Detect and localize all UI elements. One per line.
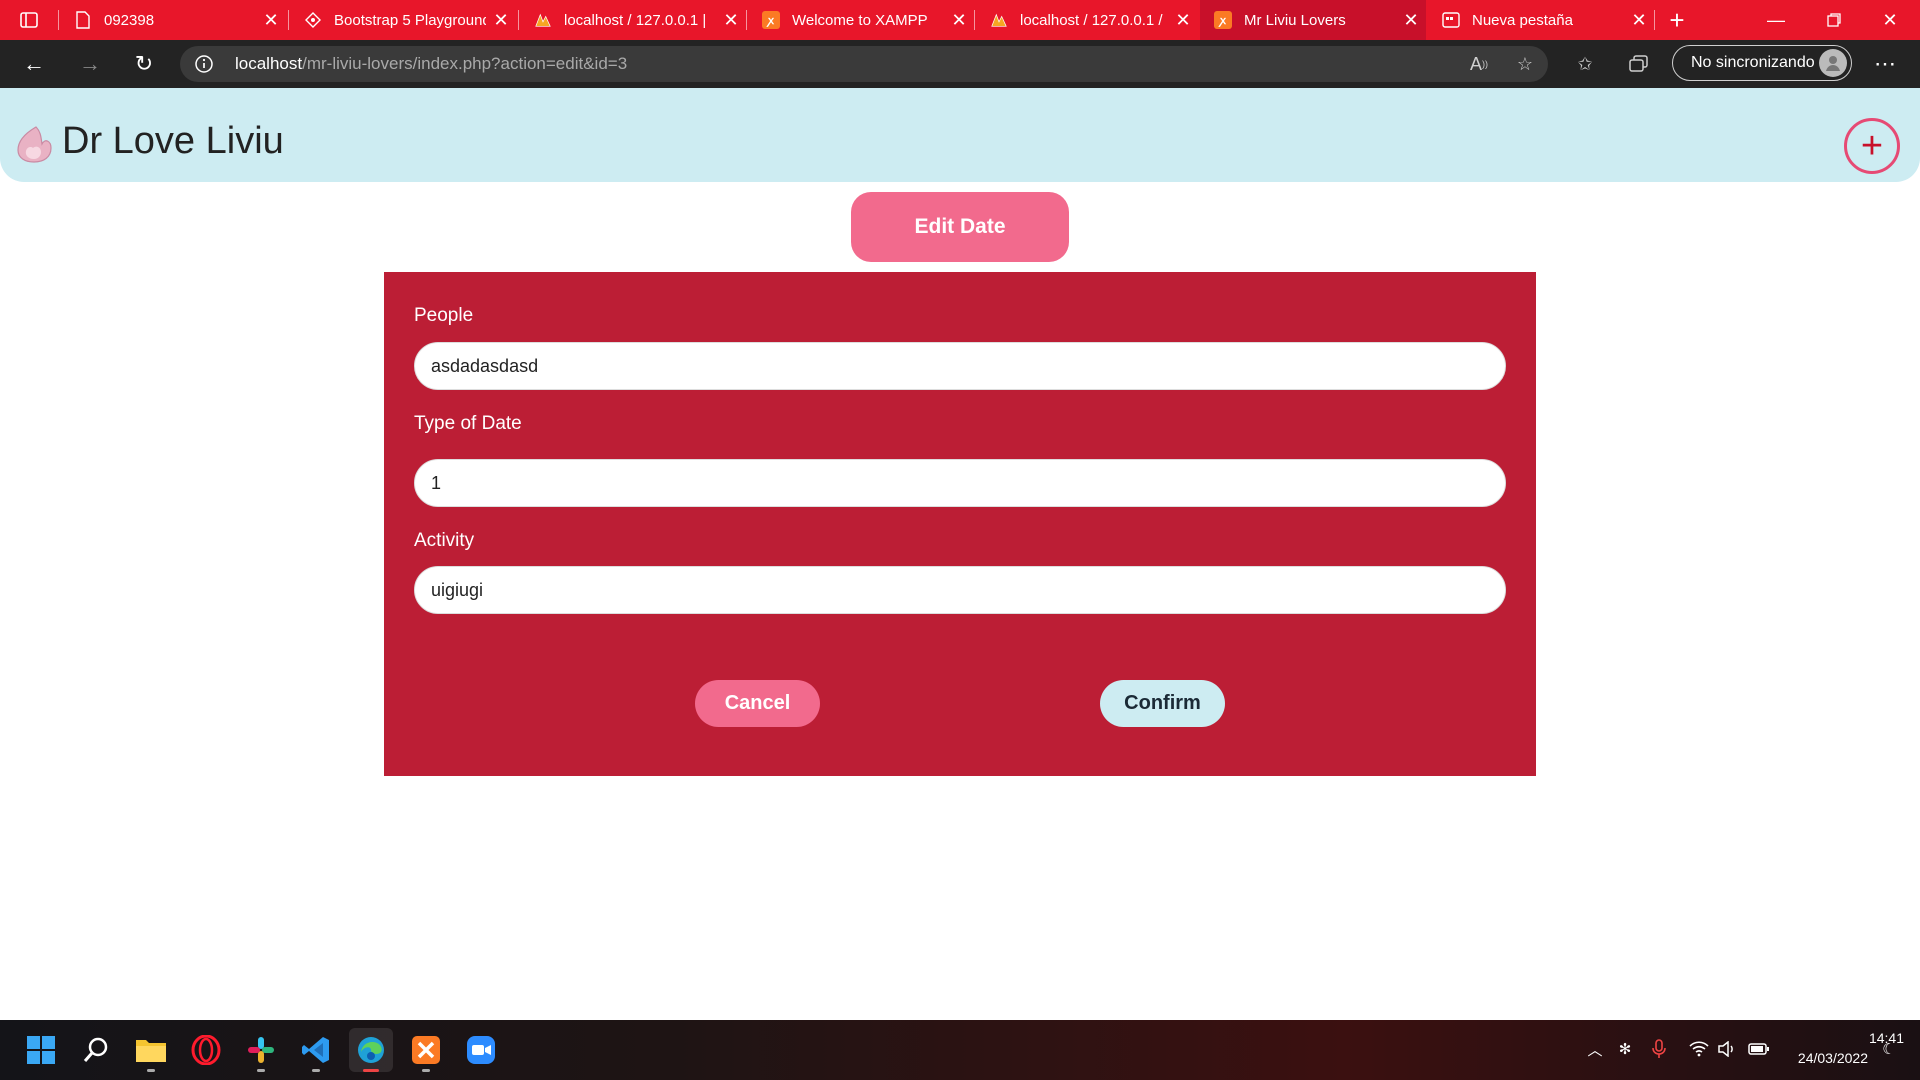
type-of-date-label: Type of Date xyxy=(414,413,522,434)
tab-actions-icon[interactable] xyxy=(14,8,44,32)
flame-logo-icon xyxy=(14,124,54,164)
cancel-button[interactable]: Cancel xyxy=(695,680,820,727)
xampp-icon: ꭗ xyxy=(1214,11,1232,29)
new-tab-button[interactable]: + xyxy=(1660,4,1694,36)
url-host: localhost xyxy=(235,54,303,73)
close-icon[interactable]: ✕ xyxy=(1396,10,1426,31)
tab-title: localhost / 127.0.0.1 | xyxy=(564,11,707,29)
vscode-icon[interactable] xyxy=(294,1028,338,1072)
profile-label: No sincronizando xyxy=(1691,54,1815,71)
favorites-icon[interactable]: ✩ xyxy=(1568,47,1602,81)
close-icon[interactable]: ✕ xyxy=(944,10,974,31)
phpmyadmin-icon xyxy=(990,11,1008,29)
close-icon[interactable]: ✕ xyxy=(256,10,286,31)
url-text: localhost/mr-liviu-lovers/index.php?acti… xyxy=(235,54,627,74)
site-info-icon[interactable] xyxy=(194,54,214,74)
chevron-up-icon[interactable]: ︿ xyxy=(1582,1036,1608,1062)
tab-bootstrap-playground[interactable]: Bootstrap 5 Playground ✕ xyxy=(290,0,516,40)
opera-icon[interactable] xyxy=(184,1028,228,1072)
avatar-icon xyxy=(1819,49,1847,77)
address-bar[interactable]: localhost/mr-liviu-lovers/index.php?acti… xyxy=(180,46,1548,82)
svg-text:ꭗ: ꭗ xyxy=(1218,15,1227,27)
url-path: /mr-liviu-lovers/index.php?action=edit&i… xyxy=(302,54,628,73)
profile-button[interactable]: No sincronizando xyxy=(1672,45,1852,81)
tab-title: localhost / 127.0.0.1 / xyxy=(1020,11,1163,29)
restore-icon[interactable] xyxy=(1806,0,1862,40)
tab-title: Mr Liviu Lovers xyxy=(1244,11,1346,29)
new-tab-icon xyxy=(1442,11,1460,29)
more-options-icon[interactable]: ⋯ xyxy=(1868,47,1902,81)
add-date-button[interactable]: + xyxy=(1844,118,1900,174)
window-close-icon[interactable]: ✕ xyxy=(1862,0,1918,40)
clock-date[interactable]: 24/03/2022 xyxy=(1780,1050,1868,1066)
type-of-date-input[interactable] xyxy=(414,459,1506,507)
tab-mr-liviu-lovers[interactable]: ꭗ Mr Liviu Lovers ✕ xyxy=(1200,0,1426,40)
windows-start-icon[interactable] xyxy=(19,1028,63,1072)
tab-title: Bootstrap 5 Playground xyxy=(334,11,486,29)
wifi-icon[interactable] xyxy=(1686,1036,1712,1062)
close-icon[interactable]: ✕ xyxy=(716,10,746,31)
zoom-icon[interactable] xyxy=(459,1028,503,1072)
browser-tab-bar: 092398 ✕ Bootstrap 5 Playground ✕ localh… xyxy=(0,0,1920,40)
people-input[interactable] xyxy=(414,342,1506,390)
tab-phpmyadmin-1[interactable]: localhost / 127.0.0.1 | ✕ xyxy=(520,0,746,40)
tab-092398[interactable]: 092398 ✕ xyxy=(60,0,286,40)
forward-icon[interactable]: → xyxy=(72,46,108,82)
tab-title: 092398 xyxy=(104,11,155,29)
edge-icon[interactable] xyxy=(349,1028,393,1072)
brand-title[interactable]: Dr Love Liviu xyxy=(62,120,284,163)
activity-input[interactable] xyxy=(414,566,1506,614)
read-aloud-icon[interactable]: A)) xyxy=(1462,47,1496,81)
back-icon[interactable]: ← xyxy=(16,46,52,82)
plus-icon: + xyxy=(1860,125,1884,167)
svg-text:ꭗ: ꭗ xyxy=(766,15,775,27)
close-icon[interactable]: ✕ xyxy=(486,10,516,31)
tray-app-icon[interactable]: ✻ xyxy=(1612,1036,1638,1062)
phpmyadmin-icon xyxy=(534,11,552,29)
minimize-icon[interactable]: — xyxy=(1748,0,1804,40)
reload-icon[interactable]: ↻ xyxy=(126,46,162,82)
tab-welcome-xampp[interactable]: ꭗ Welcome to XAMPP ✕ xyxy=(748,0,974,40)
microphone-icon[interactable] xyxy=(1646,1036,1672,1062)
focus-assist-icon[interactable]: ☾ xyxy=(1876,1036,1902,1062)
search-icon[interactable] xyxy=(74,1028,118,1072)
close-icon[interactable]: ✕ xyxy=(1624,10,1654,31)
confirm-button[interactable]: Confirm xyxy=(1100,680,1225,727)
add-favorite-icon[interactable]: ☆ xyxy=(1508,47,1542,81)
site-header xyxy=(0,88,1920,182)
people-label: People xyxy=(414,305,474,326)
close-icon[interactable]: ✕ xyxy=(1168,10,1198,31)
volume-icon[interactable] xyxy=(1714,1036,1740,1062)
edit-date-title-button[interactable]: Edit Date xyxy=(851,192,1069,262)
xampp-icon[interactable] xyxy=(404,1028,448,1072)
bootstrap-icon xyxy=(304,11,322,29)
activity-label: Activity xyxy=(414,530,475,551)
battery-icon[interactable] xyxy=(1746,1036,1772,1062)
xampp-icon: ꭗ xyxy=(762,11,780,29)
collections-icon[interactable] xyxy=(1622,47,1656,81)
tab-title: Welcome to XAMPP xyxy=(792,11,928,29)
document-icon xyxy=(74,11,92,29)
file-explorer-icon[interactable] xyxy=(129,1028,173,1072)
tab-title: Nueva pestaña xyxy=(1472,11,1573,29)
slack-icon[interactable] xyxy=(239,1028,283,1072)
tab-phpmyadmin-2[interactable]: localhost / 127.0.0.1 / ✕ xyxy=(976,0,1198,40)
tab-nueva-pestana[interactable]: Nueva pestaña ✕ xyxy=(1428,0,1654,40)
